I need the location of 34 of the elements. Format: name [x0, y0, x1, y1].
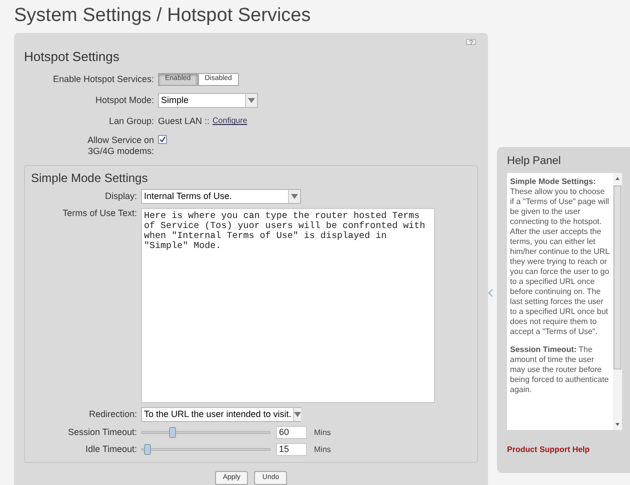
mode-select[interactable]: Simple — [158, 92, 258, 108]
field-label: Terms of Use Text: — [62, 208, 137, 219]
field-label: Allow Service on 3G/4G modems: — [86, 135, 154, 157]
field-label: Session Timeout: — [66, 427, 137, 438]
terms-text-field[interactable]: Here is where you can type the router hosted Terms of Service (Tos) yuor users will be confronted with when "Internal Terms of Use" is displayed in "Simple" Mode. — [141, 208, 435, 403]
display-select[interactable]: Internal Terms of Use. — [141, 189, 301, 204]
lan-group-value: Guest LAN :: — [158, 114, 210, 128]
unit-label: Mins — [314, 444, 331, 456]
field-label: Lan Group: — [108, 116, 154, 127]
field-label: Display: — [104, 191, 137, 202]
section-title: Simple Mode Settings — [31, 170, 149, 187]
help-title: Help Panel — [507, 154, 562, 169]
check-icon — [159, 136, 166, 143]
field-label: Redirection: — [88, 409, 137, 420]
field-label: Enable Hotspot Services: — [52, 74, 154, 84]
timeout-field[interactable]: 15 — [276, 443, 307, 456]
help-text: Simple Mode Settings: These allow you to choose if a "Terms of Use" page will be given to the user connecting to the hotspot. After the user accepts the terms, you can either let him/her continue to the URL they were trying to reach or you can force the user to go to a specified URL once before continuing on. The last setting forces the user to a specified URL once but does not require them to accept a "Terms of Use". — [510, 176, 610, 336]
field-label: Idle Timeout: — [84, 444, 137, 455]
scrollbar-drawing[interactable] — [613, 172, 622, 430]
timeout-field[interactable]: 60 — [276, 426, 307, 439]
page-title: System Settings / Hotspot Services — [14, 4, 311, 28]
support-link[interactable]: Product Support Help — [507, 444, 626, 456]
slider-thumb[interactable] — [169, 427, 176, 438]
unit-label: Mins — [314, 426, 331, 438]
caret-icon — [291, 194, 298, 199]
checkbox[interactable] — [158, 135, 167, 144]
section-title: Hotspot Settings — [24, 48, 120, 66]
caret-icon — [294, 412, 302, 417]
slider-thumb[interactable] — [144, 444, 152, 455]
help-text: Session Timeout: The amount of time the user may use the router before being forced to authenticate again. — [510, 344, 610, 394]
redirection-select[interactable]: To the URL the user intended to visit. — [141, 407, 301, 422]
configure-link[interactable]: Configure — [212, 115, 248, 128]
field-label: Hotspot Mode: — [94, 94, 154, 106]
caret-icon — [248, 98, 255, 102]
